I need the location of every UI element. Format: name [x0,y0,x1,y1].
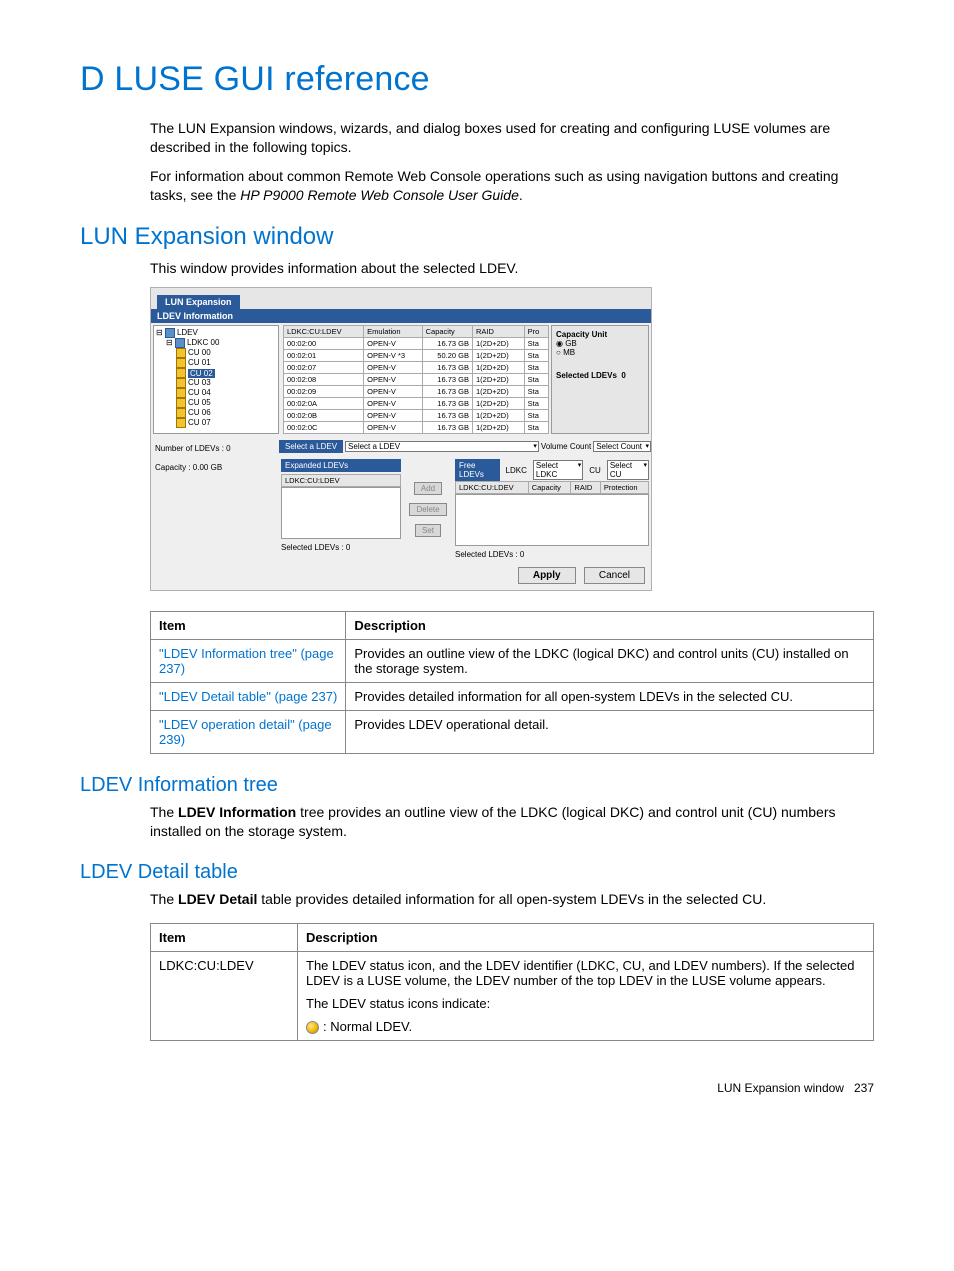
ldev-detail-table[interactable]: LDKC:CU:LDEV Emulation Capacity RAID Pro… [283,325,549,434]
expanded-footer: Selected LDEVs : 0 [281,543,401,552]
ldev-root-icon [165,328,175,338]
table-row[interactable]: 00:02:0COPEN-V16.73 GB1(2D+2D)Sta [284,422,549,434]
ldev-information-header: LDEV Information [151,309,651,323]
cu-icon [176,418,186,428]
cu-icon [176,348,186,358]
section-lun-expansion-window: LUN Expansion window [80,223,874,251]
window-items-table: Item Description "LDEV Information tree"… [150,611,874,754]
cu-icon [176,358,186,368]
table-row[interactable]: 00:02:08OPEN-V16.73 GB1(2D+2D)Sta [284,374,549,386]
ldkc-icon [175,338,185,348]
ldev-detail-items-table: Item Description LDKC:CU:LDEV The LDEV s… [150,923,874,1041]
table-row: "LDEV operation detail" (page 239) Provi… [151,711,874,754]
radio-gb[interactable]: ◉ GB [556,339,644,348]
table-row[interactable]: 00:02:00OPEN-V16.73 GB1(2D+2D)Sta [284,338,549,350]
ldev-info-tree-paragraph: The LDEV Information tree provides an ou… [150,803,874,841]
guide-title-reference: HP P9000 Remote Web Console User Guide [240,187,519,203]
free-ldevs-table[interactable]: LDKC:CU:LDEV Capacity RAID Protection [455,481,649,494]
table-row: "LDEV Information tree" (page 237) Provi… [151,640,874,683]
expanded-ldevs-table[interactable]: LDKC:CU:LDEV [281,474,401,487]
set-button[interactable]: Set [415,524,441,537]
section-ldev-information-tree: LDEV Information tree [80,774,874,797]
ldkc-dropdown[interactable]: Select LDKC [533,460,583,480]
add-button[interactable]: Add [414,482,442,495]
table-row: LDKC:CU:LDEV The LDEV status icon, and t… [151,952,874,1041]
xref-ldev-operation-detail[interactable]: "LDEV operation detail" (page 239) [159,717,332,747]
tab-lun-expansion[interactable]: LUN Expansion [157,295,240,309]
expanded-ldevs-header: Expanded LDEVs [281,459,401,472]
table-row[interactable]: 00:02:07OPEN-V16.73 GB1(2D+2D)Sta [284,362,549,374]
table-row: "LDEV Detail table" (page 237) Provides … [151,683,874,711]
ldev-tree[interactable]: ⊟ LDEV ⊟ LDKC 00 CU 00 CU 01 CU 02 CU 03… [153,325,279,434]
cu-icon [176,388,186,398]
radio-mb[interactable]: ○ MB [556,348,644,357]
cu-icon [176,368,186,378]
section-ldev-detail-table: LDEV Detail table [80,861,874,884]
free-ldevs-header: Free LDEVs [455,459,500,481]
ldev-detail-table-paragraph: The LDEV Detail table provides detailed … [150,890,874,909]
free-footer: Selected LDEVs : 0 [455,550,649,559]
cu-icon [176,398,186,408]
xref-ldev-detail-table[interactable]: "LDEV Detail table" (page 237) [159,689,337,704]
intro-paragraph-1: The LUN Expansion windows, wizards, and … [150,119,874,157]
page-title: D LUSE GUI reference [80,60,874,99]
table-row[interactable]: 00:02:0AOPEN-V16.73 GB1(2D+2D)Sta [284,398,549,410]
capacity-unit-panel: Capacity Unit ◉ GB ○ MB Selected LDEVs 0 [551,325,649,434]
cu-dropdown[interactable]: Select CU [607,460,649,480]
section1-lead: This window provides information about t… [150,259,874,278]
apply-button[interactable]: Apply [518,567,576,584]
table-row[interactable]: 00:02:0BOPEN-V16.73 GB1(2D+2D)Sta [284,410,549,422]
cu-icon [176,408,186,418]
cu-selected[interactable]: CU 02 [188,369,215,379]
table-row[interactable]: 00:02:01OPEN-V *350.20 GB1(2D+2D)Sta [284,350,549,362]
lun-expansion-screenshot: LUN Expansion LDEV Information ⊟ LDEV ⊟ … [150,287,652,591]
normal-ldev-icon [306,1021,319,1034]
delete-button[interactable]: Delete [409,503,446,516]
summary-info: Number of LDEVs : 0 Capacity : 0.00 GB [151,440,279,561]
select-ldev-header: Select a LDEV [279,440,343,453]
cu-icon [176,378,186,388]
cancel-button[interactable]: Cancel [584,567,645,584]
page-footer: LUN Expansion window 237 [80,1081,874,1095]
volume-count-dropdown[interactable]: Select Count [593,441,651,452]
select-ldev-dropdown[interactable]: Select a LDEV [345,441,539,452]
table-row[interactable]: 00:02:09OPEN-V16.73 GB1(2D+2D)Sta [284,386,549,398]
intro-paragraph-2: For information about common Remote Web … [150,167,874,205]
xref-ldev-info-tree[interactable]: "LDEV Information tree" (page 237) [159,646,334,676]
